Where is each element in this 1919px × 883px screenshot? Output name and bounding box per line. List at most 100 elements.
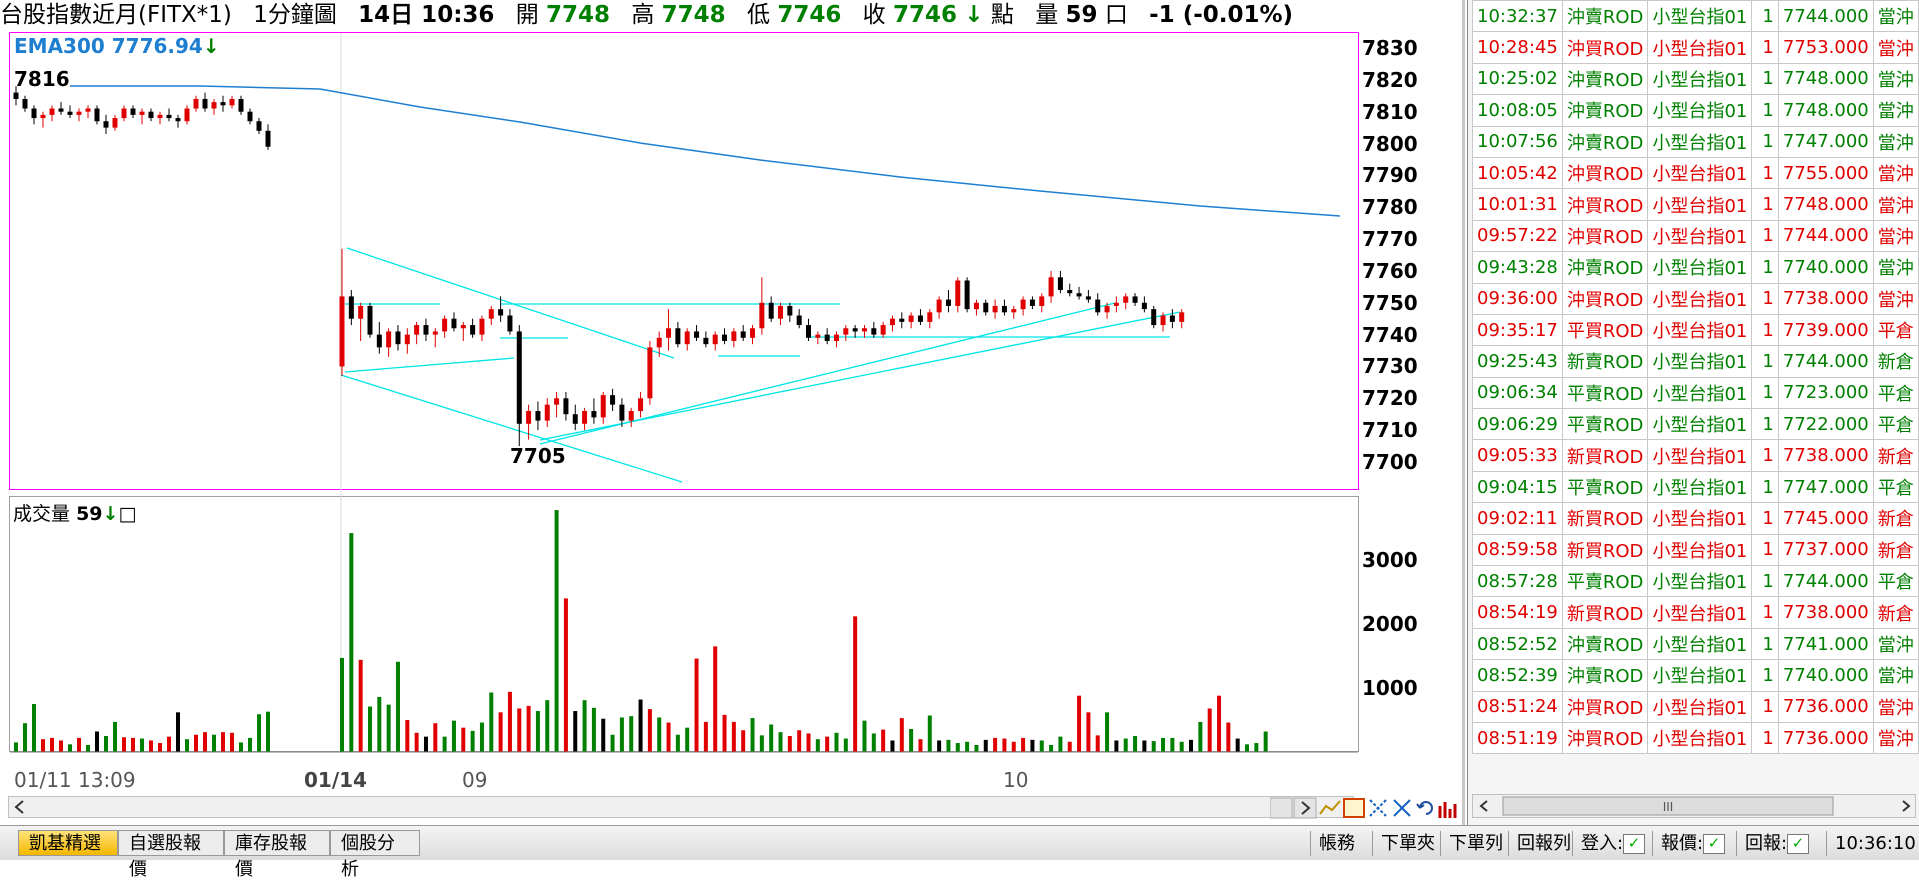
trade-scroll-left-icon[interactable]	[1479, 800, 1488, 812]
volume-bar	[498, 712, 503, 752]
volume-bar	[638, 699, 643, 752]
candle-body	[238, 98, 244, 112]
volume-bar	[113, 721, 117, 752]
trade-row[interactable]: 10:28:45 沖買ROD 小型台指01 1 7753.000 當沖	[1472, 31, 1919, 64]
trade-row[interactable]: 08:54:19 新買ROD 小型台指01 1 7738.000 新倉	[1472, 596, 1919, 629]
order-bar-button[interactable]: 下單列	[1440, 831, 1511, 856]
candle-body	[750, 328, 756, 338]
trade-row[interactable]: 09:06:34 平賣ROD 小型台指01 1 7723.000 平倉	[1472, 376, 1919, 410]
candle-body	[121, 108, 127, 119]
trade-type: 平賣ROD	[1561, 565, 1649, 598]
volume-bar	[68, 744, 72, 752]
tab-stock-analysis[interactable]: 個股分析	[330, 830, 420, 880]
trade-row[interactable]: 10:07:56 沖賣ROD 小型台指01 1 7747.000 當沖	[1472, 125, 1919, 158]
trade-time: 09:57:22	[1472, 219, 1563, 253]
trade-time: 10:08:05	[1472, 94, 1563, 127]
candle-body	[376, 334, 382, 348]
trade-product: 小型台指01	[1647, 345, 1753, 378]
ema-label: EMA300 7776.94↓	[14, 34, 220, 58]
trade-row[interactable]: 10:08:05 沖賣ROD 小型台指01 1 7748.000 當沖	[1472, 94, 1919, 127]
trade-time: 08:52:52	[1472, 627, 1563, 661]
trade-row[interactable]: 08:57:28 平賣ROD 小型台指01 1 7744.000 平倉	[1472, 565, 1919, 598]
trade-row[interactable]: 09:04:15 平賣ROD 小型台指01 1 7747.000 平倉	[1472, 470, 1919, 504]
candle-body	[927, 312, 933, 322]
trade-price: 7738.000	[1777, 596, 1874, 629]
trade-time: 10:28:45	[1472, 31, 1563, 64]
volume-bar	[815, 739, 820, 752]
trade-product: 小型台指01	[1647, 156, 1753, 190]
trade-row[interactable]: 08:52:52 沖賣ROD 小型台指01 1 7741.000 當沖	[1472, 627, 1919, 661]
chart-type-icon[interactable]	[1319, 800, 1341, 815]
candle-body	[740, 331, 746, 338]
trade-type: 沖買ROD	[1561, 219, 1649, 253]
candle-body	[479, 318, 485, 335]
trade-row[interactable]: 10:32:37 沖賣ROD 小型台指01 1 7744.000 當沖	[1472, 0, 1919, 33]
trade-row[interactable]: 10:05:42 沖買ROD 小型台指01 1 7755.000 當沖	[1472, 156, 1919, 190]
trade-row[interactable]: 09:02:11 新買ROD 小型台指01 1 7745.000 新倉	[1472, 502, 1919, 535]
volume-bar	[377, 696, 382, 752]
volume-bar	[722, 714, 727, 752]
scroll-left-icon[interactable]	[9, 797, 31, 817]
report-bar-button[interactable]: 回報列	[1508, 831, 1579, 856]
trade-row[interactable]: 10:01:31 沖買ROD 小型台指01 1 7748.000 當沖	[1472, 188, 1919, 221]
order-folder-button[interactable]: 下單夾	[1372, 831, 1443, 856]
indicator-icon[interactable]	[1438, 802, 1457, 818]
chart-scrollbar[interactable]	[8, 796, 1354, 818]
trade-row[interactable]: 08:59:58 新買ROD 小型台指01 1 7737.000 新倉	[1472, 533, 1919, 567]
candle-body	[488, 309, 494, 319]
trade-row[interactable]: 08:51:19 沖買ROD 小型台指01 1 7736.000 當沖	[1472, 721, 1919, 755]
volume-bar	[140, 738, 144, 752]
volume-bar	[32, 704, 36, 752]
candle-body	[722, 334, 728, 341]
trade-row[interactable]: 09:43:28 沖賣ROD 小型台指01 1 7740.000 當沖	[1472, 251, 1919, 284]
volume-bar	[489, 692, 494, 752]
trade-product: 小型台指01	[1647, 0, 1753, 33]
volume-bar	[158, 743, 162, 752]
trade-row[interactable]: 09:36:00 沖買ROD 小型台指01 1 7738.000 當沖	[1472, 282, 1919, 315]
ema300-line	[70, 85, 1341, 217]
zoom-tool-icon[interactable]	[1393, 799, 1411, 817]
draw-tool-icon[interactable]	[1343, 798, 1365, 818]
tab-watchlist-quote[interactable]: 自選股報價	[118, 830, 224, 880]
cross-tool-icon[interactable]	[1369, 799, 1387, 817]
trade-list-panel[interactable]: 10:32:37 沖賣ROD 小型台指01 1 7744.000 當沖 10:28:45 沖買…	[1467, 0, 1919, 825]
trade-qty: 1	[1751, 94, 1779, 127]
scroll-square-icon[interactable]	[1269, 797, 1293, 819]
trade-row[interactable]: 09:35:17 平買ROD 小型台指01 1 7739.000 平倉	[1472, 313, 1919, 347]
volume-bar	[843, 738, 848, 752]
volume-bar	[423, 736, 428, 752]
account-button[interactable]: 帳務	[1310, 831, 1363, 856]
volume-bar	[918, 739, 923, 752]
trade-row[interactable]: 09:25:43 新賣ROD 小型台指01 1 7744.000 新倉	[1472, 345, 1919, 378]
candle-body	[1085, 296, 1091, 300]
candle-body	[1113, 302, 1119, 306]
volume-bar	[395, 661, 400, 752]
chart-area[interactable]: 台股指數近月(FITX*1) 1分鐘圖 14日 10:36 開 7748 高 7…	[0, 0, 1465, 825]
ema-value: EMA300 7776.94	[14, 34, 203, 58]
trade-row[interactable]: 08:52:39 沖賣ROD 小型台指01 1 7740.000 當沖	[1472, 659, 1919, 692]
trade-flag: 當沖	[1872, 219, 1919, 253]
volume-bar	[41, 739, 45, 752]
volume-bar	[1217, 695, 1222, 752]
scroll-right-icon[interactable]	[1293, 797, 1317, 819]
trade-row[interactable]: 08:51:24 沖買ROD 小型台指01 1 7736.000 當沖	[1472, 690, 1919, 723]
trade-scroll-right-icon[interactable]	[1902, 800, 1911, 812]
candle-body	[247, 111, 253, 122]
trade-qty: 1	[1751, 470, 1779, 504]
trade-row[interactable]: 09:06:29 平賣ROD 小型台指01 1 7722.000 平倉	[1472, 408, 1919, 441]
trade-row[interactable]: 10:25:02 沖賣ROD 小型台指01 1 7748.000 當沖	[1472, 62, 1919, 96]
tab-kgi-featured[interactable]: 凱基精選	[18, 830, 118, 856]
undo-icon[interactable]	[1416, 801, 1433, 815]
volume-bar	[50, 737, 54, 752]
volume-bar	[573, 711, 578, 752]
candle-body	[638, 398, 644, 412]
trade-scrollbar[interactable]: III	[1472, 794, 1916, 818]
tab-inventory-quote[interactable]: 庫存股報價	[224, 830, 330, 880]
candle-body	[526, 411, 532, 424]
quote-status: 報價: ✓	[1652, 831, 1733, 856]
volume-bar	[340, 657, 344, 752]
volume-bar	[1021, 737, 1026, 752]
trade-row[interactable]: 09:57:22 沖買ROD 小型台指01 1 7744.000 當沖	[1472, 219, 1919, 253]
trade-row[interactable]: 09:05:33 新買ROD 小型台指01 1 7738.000 新倉	[1472, 439, 1919, 472]
trade-time: 10:07:56	[1472, 125, 1563, 158]
